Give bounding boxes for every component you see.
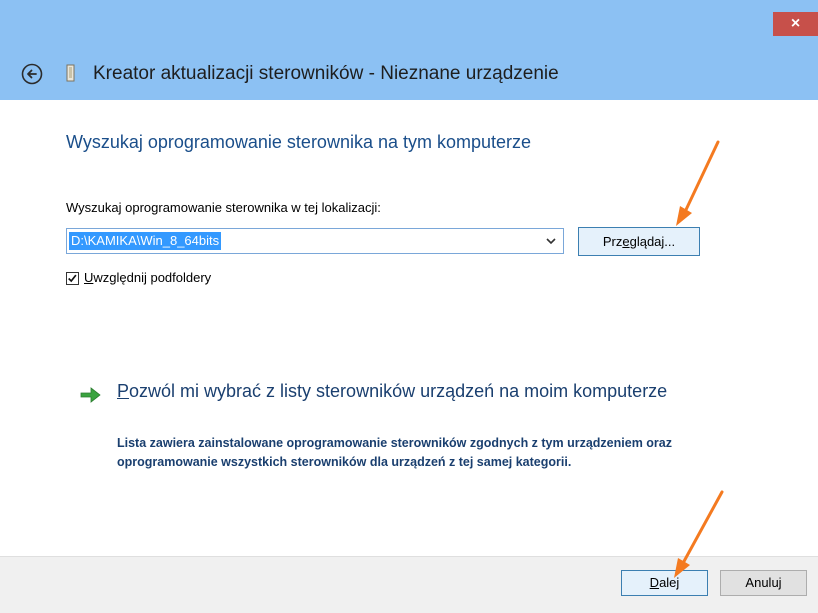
driver-update-wizard-window: × Kreator aktualizacji sterowników - Nie…	[0, 0, 818, 613]
include-subfolders-checkbox[interactable]	[66, 272, 79, 285]
browse-button[interactable]: Przeglądaj...	[578, 227, 700, 256]
pick-from-list-description: Lista zawiera zainstalowane oprogramowan…	[117, 436, 672, 469]
include-subfolders-label: Uwzględnij podfoldery	[84, 270, 212, 285]
chevron-down-icon[interactable]	[545, 235, 557, 247]
path-label: Wyszukaj oprogramowanie sterownika w tej…	[66, 200, 381, 215]
annotation-arrow-browse	[676, 140, 720, 226]
path-combobox[interactable]: D:\KAMIKA\Win_8_64bits	[66, 228, 564, 254]
back-arrow-icon[interactable]	[21, 63, 43, 85]
title-bar: × Kreator aktualizacji sterowników - Nie…	[0, 0, 818, 100]
cancel-button[interactable]: Anuluj	[720, 570, 807, 596]
close-button[interactable]: ×	[773, 12, 818, 36]
checkmark-icon	[68, 274, 77, 283]
green-arrow-icon	[80, 387, 101, 403]
window-title: Kreator aktualizacji sterowników - Niezn…	[93, 63, 559, 84]
close-icon: ×	[790, 15, 801, 32]
next-button[interactable]: Dalej	[621, 570, 708, 596]
device-icon	[66, 64, 75, 82]
path-value: D:\KAMIKA\Win_8_64bits	[69, 232, 222, 250]
pick-from-list-link[interactable]: Pozwól mi wybrać z listy sterowników urz…	[117, 379, 717, 404]
page-heading: Wyszukaj oprogramowanie sterownika na ty…	[66, 132, 532, 152]
